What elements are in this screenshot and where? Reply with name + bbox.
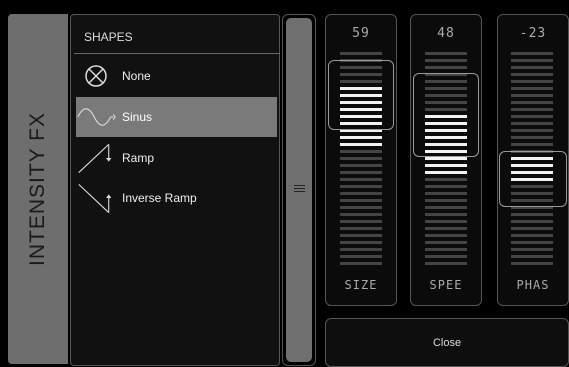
- fader-bar: [511, 220, 553, 223]
- shape-label: None: [122, 69, 151, 83]
- sine-wave-icon: [76, 97, 116, 137]
- fader-bar: [340, 255, 382, 258]
- fader-bar: [425, 234, 467, 237]
- fader-bar: [511, 136, 553, 139]
- fader-bar: [511, 262, 553, 265]
- fader-bar: [511, 108, 553, 111]
- shape-label: Inverse Ramp: [122, 191, 197, 205]
- fader-handle-size[interactable]: [328, 60, 394, 130]
- fader-bar: [340, 213, 382, 216]
- fader-bar: [425, 199, 467, 202]
- fader-value-phase: -23: [519, 26, 547, 41]
- shape-item-ramp[interactable]: Ramp: [76, 138, 277, 178]
- fader-label-phase: PHAS: [516, 278, 550, 292]
- fader-bar: [425, 206, 467, 209]
- window-title: INTENSITY FX: [8, 14, 68, 364]
- fader-label-size: SIZE: [344, 278, 378, 292]
- close-button[interactable]: Close: [325, 318, 569, 367]
- fader-label-speed: SPEE: [429, 278, 463, 292]
- fader-bar: [511, 129, 553, 132]
- fader-bar: [511, 213, 553, 216]
- fader-bar: [511, 66, 553, 69]
- fader-bar: [511, 59, 553, 62]
- shape-item-sinus[interactable]: Sinus: [76, 97, 277, 137]
- shape-label: Ramp: [122, 151, 155, 165]
- fader-bar: [340, 178, 382, 181]
- fader-bar: [425, 157, 467, 160]
- fader-bar: [340, 248, 382, 251]
- fader-bar: [340, 241, 382, 244]
- fader-bar: [511, 80, 553, 83]
- fader-bar: [340, 143, 382, 146]
- fader-bar: [425, 241, 467, 244]
- fader-bar: [340, 185, 382, 188]
- fader-bar: [425, 59, 467, 62]
- fader-bar: [511, 73, 553, 76]
- fader-bar: [425, 192, 467, 195]
- shape-item-none[interactable]: None: [76, 56, 277, 96]
- fader-value-speed: 48: [437, 26, 455, 41]
- fader-bar: [425, 178, 467, 181]
- fader-bar: [511, 87, 553, 90]
- fader-bar: [511, 115, 553, 118]
- fader-bar: [340, 136, 382, 139]
- fader-handle-speed[interactable]: [413, 73, 479, 157]
- fader-bar: [511, 143, 553, 146]
- fader-bar: [511, 101, 553, 104]
- fader-bar: [425, 52, 467, 55]
- fader-bar: [340, 206, 382, 209]
- fader-bar: [511, 255, 553, 258]
- fader-bar: [340, 171, 382, 174]
- fader-bar: [511, 234, 553, 237]
- fader-bar: [340, 157, 382, 160]
- fader-bar: [340, 150, 382, 153]
- fader-bar: [511, 94, 553, 97]
- shapes-header: SHAPES: [74, 18, 280, 54]
- window-title-text: INTENSITY FX: [26, 112, 49, 266]
- fader-bar: [425, 262, 467, 265]
- fader-bar: [340, 199, 382, 202]
- fader-bar: [425, 255, 467, 258]
- fader-bar: [340, 164, 382, 167]
- shape-item-inverse-ramp[interactable]: Inverse Ramp: [76, 178, 277, 218]
- fader-bar: [340, 220, 382, 223]
- fader-bar: [511, 241, 553, 244]
- fader-bar: [340, 52, 382, 55]
- inverse-ramp-icon: [76, 178, 116, 218]
- fader-bar: [425, 164, 467, 167]
- fader-bar: [425, 171, 467, 174]
- fader-bar: [425, 213, 467, 216]
- fader-bar: [340, 234, 382, 237]
- fader-bar: [340, 262, 382, 265]
- fader-bar: [425, 227, 467, 230]
- fader-bar: [425, 66, 467, 69]
- fader-bar: [425, 248, 467, 251]
- shape-label: Sinus: [122, 110, 153, 124]
- ramp-icon: [76, 138, 116, 178]
- fader-bar: [511, 122, 553, 125]
- fader-handle-phase[interactable]: [499, 151, 567, 207]
- fader-value-size: 59: [352, 26, 370, 41]
- fader-bar: [340, 227, 382, 230]
- fader-bar: [425, 220, 467, 223]
- fader-bar: [511, 52, 553, 55]
- fader-bar: [511, 227, 553, 230]
- fader-bar: [340, 192, 382, 195]
- grip-lines-icon: [286, 180, 312, 196]
- fader-bar: [511, 248, 553, 251]
- none-circle-x-icon: [76, 56, 116, 96]
- fader-bar: [425, 185, 467, 188]
